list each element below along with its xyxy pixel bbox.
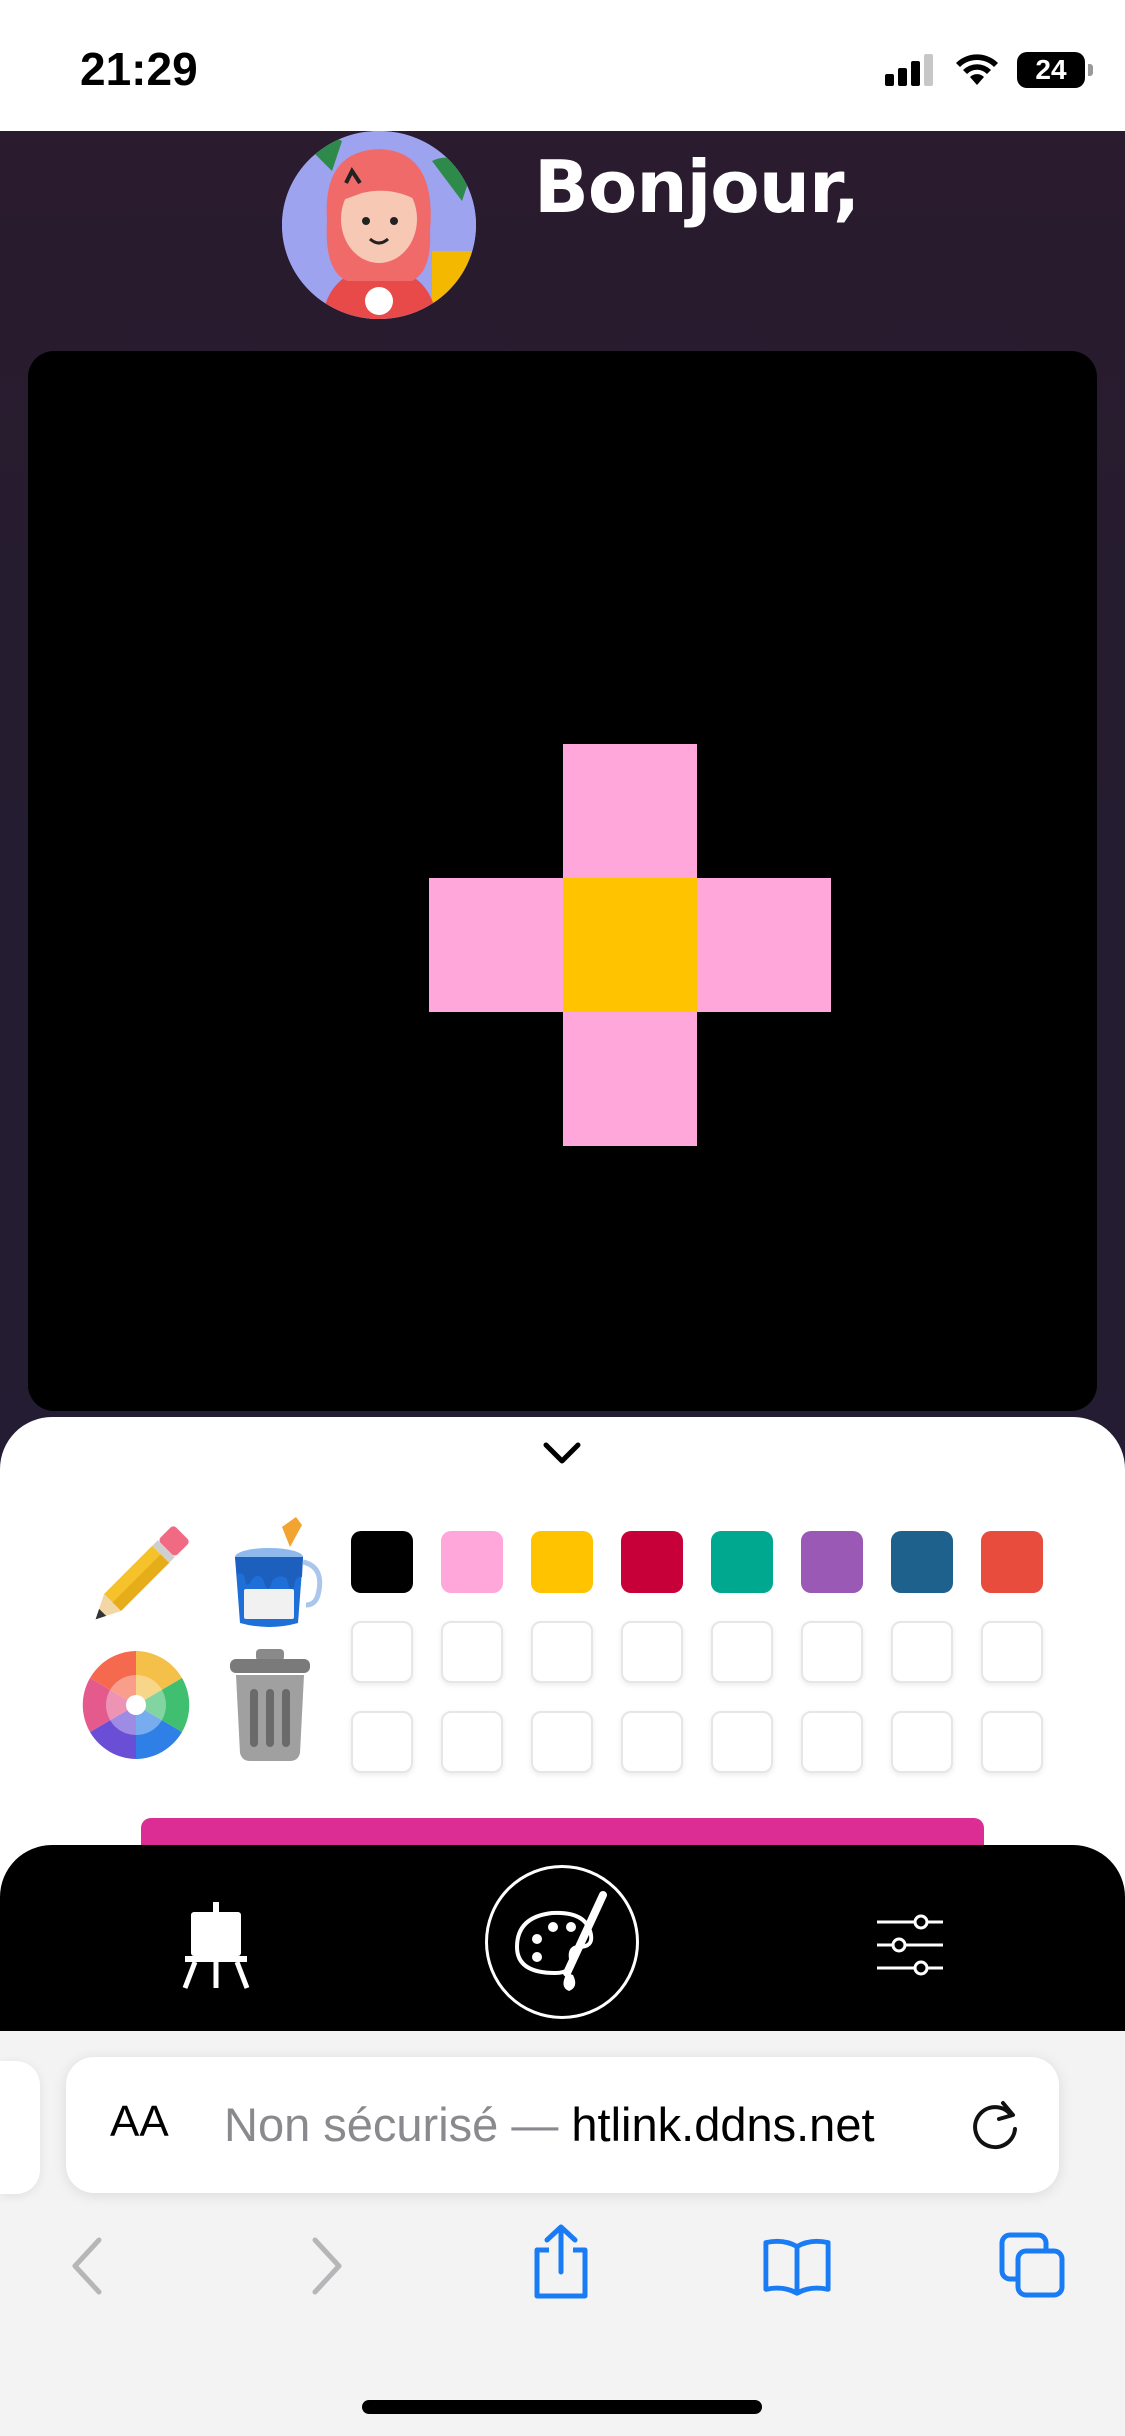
settings-sliders-icon (877, 1914, 943, 1976)
empty-color-slot[interactable] (531, 1621, 593, 1683)
empty-color-slot[interactable] (531, 1711, 593, 1773)
tabs-button[interactable] (998, 2231, 1068, 2301)
previous-tab-peek[interactable] (0, 2061, 40, 2194)
trash-icon (230, 1649, 310, 1761)
reload-button[interactable] (965, 2095, 1025, 2155)
canvas-pixel[interactable] (697, 878, 831, 1012)
url-text[interactable]: Non sécurisé — htlink.ddns.net (224, 2097, 875, 2152)
wifi-icon (956, 54, 998, 85)
status-icons: 24 (885, 48, 1093, 92)
pencil-tool-button[interactable] (78, 1517, 198, 1637)
empty-color-slot[interactable] (621, 1711, 683, 1773)
empty-color-slot[interactable] (801, 1711, 863, 1773)
aa-label: AA (110, 2097, 169, 2146)
nav-gallery[interactable] (166, 1895, 266, 1995)
avatar[interactable] (282, 131, 476, 319)
status-time: 21:29 (80, 43, 198, 95)
empty-color-slot[interactable] (621, 1621, 683, 1683)
empty-color-slot[interactable] (711, 1621, 773, 1683)
color-swatch[interactable] (801, 1531, 863, 1593)
battery-icon: 24 (1017, 52, 1093, 88)
canvas-pixel[interactable] (563, 744, 697, 878)
reload-icon (973, 2101, 1017, 2150)
forward-button[interactable] (292, 2231, 362, 2301)
color-swatch[interactable] (981, 1531, 1043, 1593)
canvas-pixel[interactable] (563, 1012, 697, 1146)
cellular-signal-icon (885, 54, 933, 86)
empty-color-slot[interactable] (441, 1711, 503, 1773)
color-wheel-icon (82, 1651, 190, 1759)
empty-color-slot[interactable] (351, 1711, 413, 1773)
empty-color-slot[interactable] (441, 1621, 503, 1683)
greeting-title: Bonjour, (534, 145, 860, 229)
browser-chrome: AA Non sécurisé — htlink.ddns.net (0, 2031, 1125, 2436)
empty-color-slot[interactable] (981, 1711, 1043, 1773)
clear-canvas-button[interactable] (210, 1645, 330, 1765)
share-icon (534, 2224, 588, 2299)
insecure-label: Non sécurisé — (224, 2098, 559, 2151)
paint-bucket-tool-button[interactable] (210, 1517, 330, 1637)
collapse-sheet-button[interactable] (532, 1429, 592, 1479)
nav-settings[interactable] (860, 1895, 960, 1995)
canvas-pixel[interactable] (563, 878, 697, 1012)
color-swatch[interactable] (531, 1531, 593, 1593)
gallery-easel-icon (182, 1902, 250, 1989)
empty-color-slot[interactable] (351, 1621, 413, 1683)
home-indicator[interactable] (362, 2400, 762, 2414)
empty-color-slot[interactable] (981, 1621, 1043, 1683)
back-button[interactable] (52, 2231, 122, 2301)
book-icon (763, 2238, 831, 2296)
empty-color-slot[interactable] (711, 1711, 773, 1773)
color-swatch[interactable] (441, 1531, 503, 1593)
color-swatch[interactable] (621, 1531, 683, 1593)
paint-palette-icon (514, 1891, 607, 1991)
pixel-canvas[interactable] (28, 351, 1097, 1411)
url-domain: htlink.ddns.net (571, 2098, 875, 2151)
color-swatch[interactable] (711, 1531, 773, 1593)
color-picker-tool-button[interactable] (78, 1645, 198, 1765)
chevron-right-icon (312, 2237, 342, 2295)
status-bar: 21:29 24 (0, 0, 1125, 131)
chevron-down-icon (543, 1442, 581, 1464)
bottom-nav (0, 1845, 1125, 2031)
canvas-pixel[interactable] (429, 878, 563, 1012)
empty-color-slot[interactable] (891, 1711, 953, 1773)
address-bar[interactable]: AA Non sécurisé — htlink.ddns.net (66, 2057, 1059, 2193)
drawing-app: Bonjour, (0, 131, 1125, 2031)
empty-color-slot[interactable] (801, 1621, 863, 1683)
nav-draw[interactable] (485, 1865, 639, 2019)
share-button[interactable] (526, 2224, 596, 2299)
avatar-illustration (282, 131, 476, 319)
empty-color-slot[interactable] (891, 1621, 953, 1683)
chevron-left-icon (72, 2237, 102, 2295)
paint-bucket-icon (235, 1517, 323, 1627)
color-swatch[interactable] (891, 1531, 953, 1593)
pencil-icon (95, 1526, 189, 1620)
reader-aa-button[interactable]: AA (110, 2097, 169, 2147)
bookmarks-button[interactable] (762, 2231, 832, 2301)
battery-level: 24 (1035, 54, 1067, 85)
color-swatch[interactable] (351, 1531, 413, 1593)
tabs-icon (999, 2232, 1065, 2298)
